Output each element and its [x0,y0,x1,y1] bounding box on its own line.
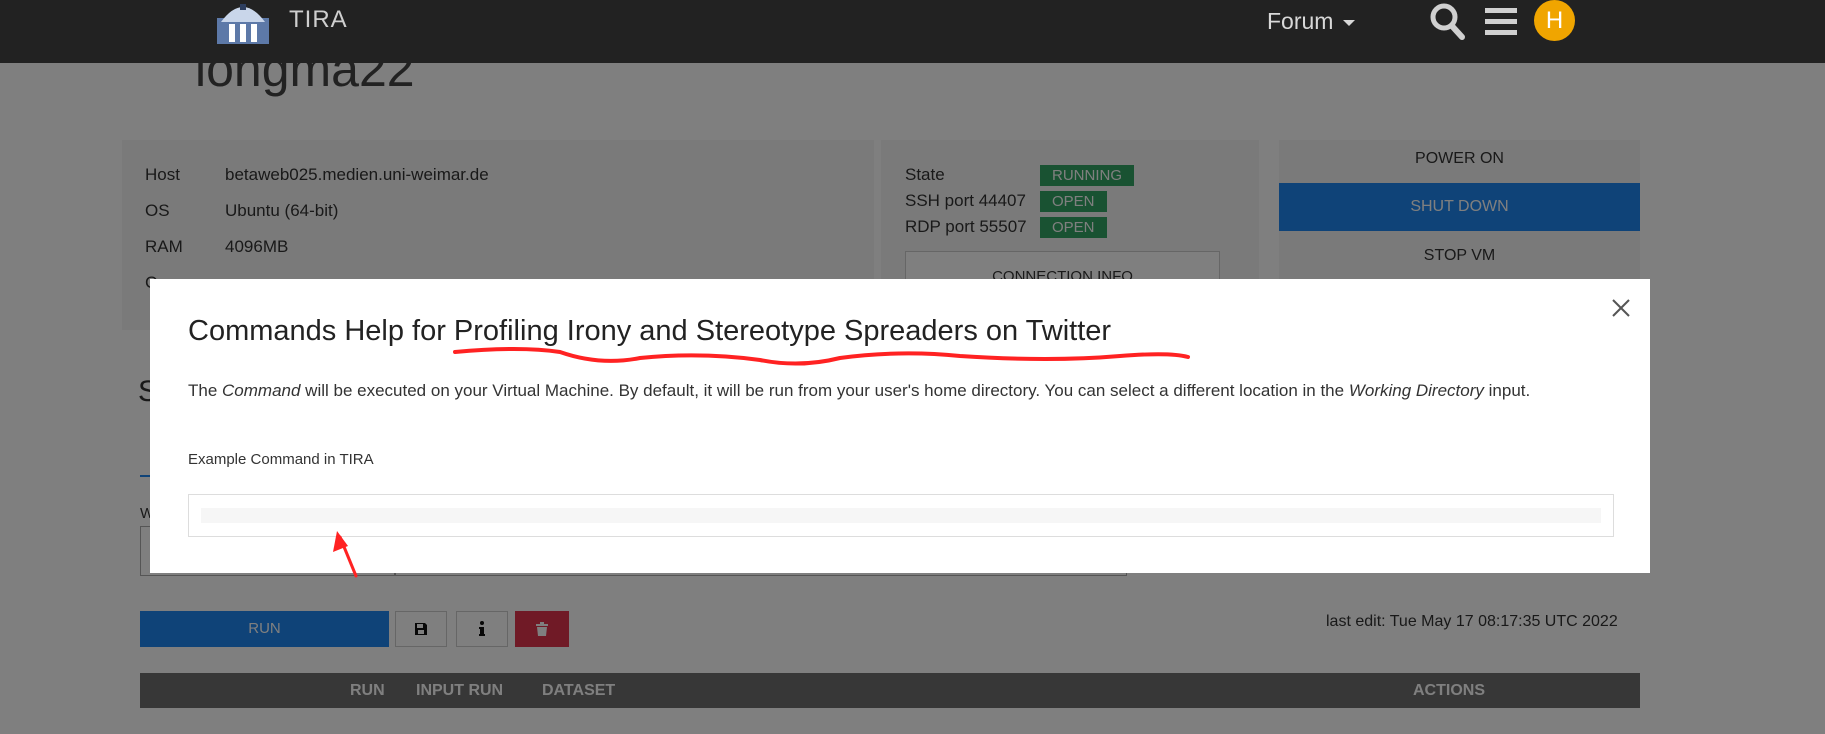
forum-menu[interactable]: Forum [1267,8,1356,35]
description-text: input. [1483,381,1531,400]
command-emphasis: Command [222,381,301,400]
forum-label: Forum [1267,8,1334,34]
brand-name[interactable]: TIRA [289,6,348,34]
commands-help-modal: Commands Help for Profiling Irony and St… [150,279,1650,573]
description-text: The [188,381,223,400]
chevron-down-icon [1343,19,1356,26]
top-navbar: TIRA Forum H [0,0,1825,63]
example-command-box[interactable] [188,494,1614,537]
example-command-text [201,508,1601,523]
search-icon[interactable] [1429,2,1465,40]
modal-description: The Command will be executed on your Vir… [188,378,1588,403]
avatar[interactable]: H [1534,0,1575,41]
working-directory-emphasis: Working Directory [1348,381,1484,400]
tira-logo-icon[interactable] [215,0,271,44]
description-text: will be executed on your Virtual Machine… [300,381,1349,400]
close-icon[interactable] [1610,297,1632,319]
example-command-label: Example Command in TIRA [188,451,374,468]
hamburger-menu-icon[interactable] [1485,6,1517,36]
modal-title: Commands Help for Profiling Irony and St… [188,315,1112,347]
